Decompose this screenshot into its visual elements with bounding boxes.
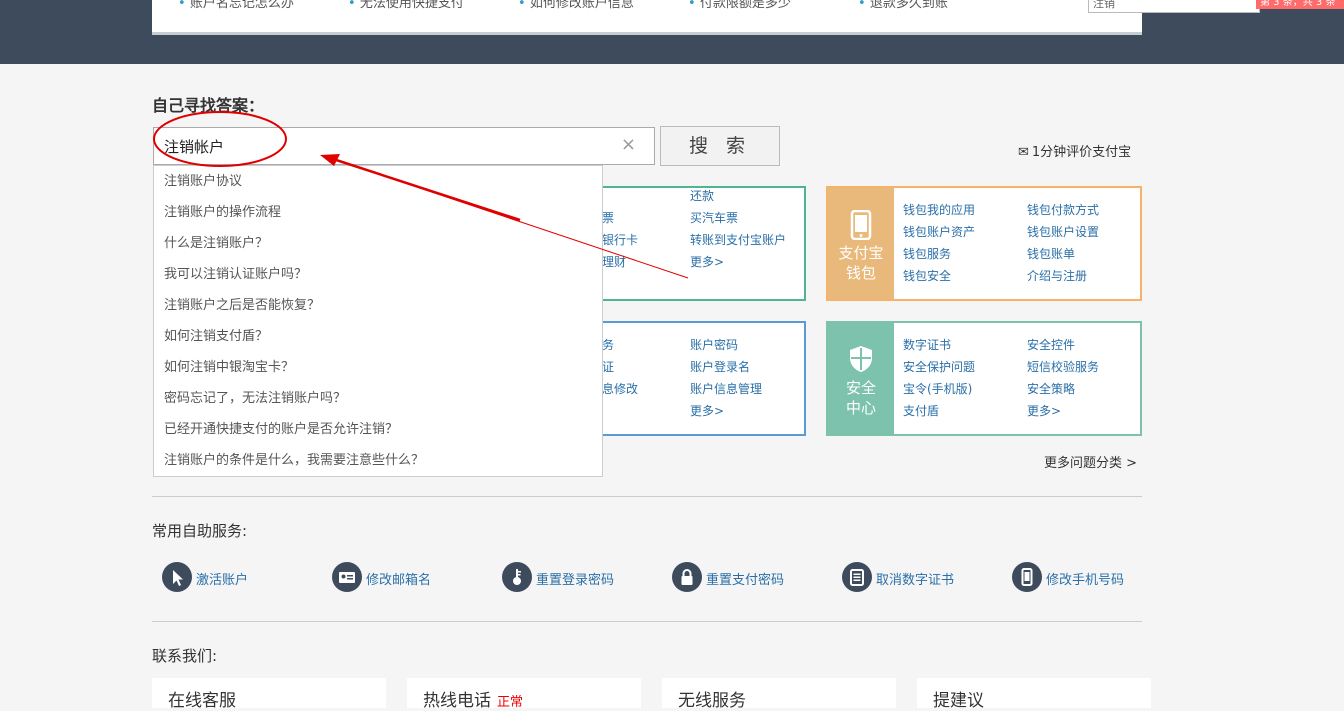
hot-link[interactable]: 退款多久到账 — [858, 0, 948, 11]
service-label: 取消数字证书 — [876, 573, 955, 588]
search-input[interactable]: 注销帐户 × — [153, 127, 655, 165]
category-link[interactable]: 钱包账户资产 — [903, 223, 975, 240]
service-label: 重置支付密码 — [706, 573, 785, 588]
category-link[interactable]: 钱包账单 — [1027, 245, 1075, 262]
contact-online-service[interactable]: 在线客服 — [152, 678, 386, 711]
status-badge: 正常 — [497, 695, 524, 710]
category-link[interactable]: 安全保护问题 — [903, 358, 975, 375]
category-link[interactable]: 短信校验服务 — [1027, 358, 1099, 375]
more-categories-link[interactable]: 更多问题分类 > — [1044, 452, 1137, 471]
find-answer-title: 自己寻找答案： — [152, 96, 265, 115]
find-in-page-input[interactable]: 注销 — [1088, 0, 1260, 13]
suggestion-item[interactable]: 密码忘记了，无法注销账户吗？ — [154, 383, 602, 414]
service-label: 修改邮箱名 — [366, 573, 432, 588]
contact-title: 联系我们: — [152, 647, 218, 665]
category-link[interactable]: 息修改 — [602, 380, 638, 397]
category-link[interactable]: 数字证书 — [903, 336, 951, 353]
wallet-label: 支付宝 — [838, 244, 884, 262]
wallet-tile[interactable]: 支付宝 钱包 — [828, 188, 894, 299]
hot-questions-bar: 账户名忘记怎么办 无法使用快捷支付 如何修改账户信息 付款限额是多少 退款多久到… — [152, 0, 1142, 35]
category-link[interactable]: 转账到支付宝账户 — [690, 231, 786, 248]
suggestion-item[interactable]: 已经开通快捷支付的账户是否允许注销？ — [154, 414, 602, 445]
suggestion-item[interactable]: 如何注销支付盾？ — [154, 321, 602, 352]
key-icon — [502, 562, 532, 592]
category-link[interactable]: 银行卡 — [602, 231, 638, 248]
divider — [152, 621, 1142, 622]
category-link[interactable]: 买汽车票 — [690, 209, 738, 226]
suggestion-item[interactable]: 注销账户的操作流程 — [154, 197, 602, 228]
category-card-wallet: 支付宝钱包 钱包我的应用 钱包账户资产 钱包服务 钱包安全 钱包付款方式 钱包账… — [826, 186, 1142, 301]
suggestion-item[interactable]: 注销账户之后是否能恢复？ — [154, 290, 602, 321]
contact-suggestion[interactable]: 提建议 — [917, 678, 1151, 711]
cursor-icon — [162, 562, 192, 592]
category-link[interactable]: 安全控件 — [1027, 336, 1075, 353]
search-button[interactable]: 搜 索 — [660, 126, 780, 166]
category-link[interactable]: 务 — [602, 336, 614, 353]
security-label: 安全 — [845, 379, 876, 397]
mobile-icon — [1012, 562, 1042, 592]
lock-icon — [672, 562, 702, 592]
search-suggestions: 注销账户协议 注销账户的操作流程 什么是注销账户？ 我可以注销认证账户吗？ 注销… — [153, 165, 603, 477]
contact-wireless-service[interactable]: 无线服务 — [662, 678, 896, 711]
self-service-title: 常用自助服务: — [152, 522, 248, 540]
category-card-security: 安全中心 数字证书 安全保护问题 宝令(手机版) 支付盾 安全控件 短信校验服务… — [826, 321, 1142, 436]
find-result-count: 第 3 条，共 3 条 — [1256, 0, 1344, 9]
category-link[interactable]: 理财 — [602, 253, 626, 270]
category-link[interactable]: 钱包我的应用 — [903, 201, 975, 218]
suggestion-item[interactable]: 注销账户的条件是什么，我需要注意些什么？ — [154, 445, 602, 476]
hot-link[interactable]: 无法使用快捷支付 — [348, 0, 464, 11]
category-more-link[interactable]: 更多> — [690, 402, 724, 419]
phone-icon — [828, 209, 894, 245]
category-link[interactable]: 介绍与注册 — [1027, 267, 1087, 284]
contact-label: 在线客服 — [168, 691, 236, 711]
search-input-value: 注销帐户 — [164, 138, 225, 156]
security-label: 中心 — [845, 399, 876, 417]
category-link[interactable]: 票 — [602, 209, 614, 226]
divider — [152, 496, 1142, 497]
security-tile[interactable]: 安全 中心 — [828, 323, 894, 434]
shield-icon — [828, 345, 894, 378]
service-label: 重置登录密码 — [536, 573, 615, 588]
contact-label: 提建议 — [933, 691, 984, 711]
category-link[interactable]: 钱包服务 — [903, 245, 951, 262]
category-link[interactable]: 钱包安全 — [903, 267, 951, 284]
category-link[interactable]: 证 — [602, 358, 614, 375]
category-link[interactable]: 还款 — [690, 187, 714, 204]
category-link[interactable]: 账户密码 — [690, 336, 738, 353]
suggestion-item[interactable]: 注销账户协议 — [154, 166, 602, 197]
suggestion-item[interactable]: 什么是注销账户？ — [154, 228, 602, 259]
category-link[interactable]: 钱包账户设置 — [1027, 223, 1099, 240]
hot-link[interactable]: 账户名忘记怎么办 — [178, 0, 294, 11]
contact-hotline[interactable]: 热线电话 正常 — [407, 678, 641, 711]
rate-alipay-link[interactable]: ✉ 1分钟评价支付宝 — [1018, 141, 1131, 160]
category-link[interactable]: 宝令(手机版) — [903, 380, 972, 397]
category-link[interactable]: 安全策略 — [1027, 380, 1075, 397]
wallet-label: 钱包 — [845, 264, 876, 282]
category-more-link[interactable]: 更多> — [690, 253, 724, 270]
category-link[interactable]: 账户登录名 — [690, 358, 750, 375]
hot-link[interactable]: 付款限额是多少 — [688, 0, 791, 11]
envelope-icon: ✉ — [1018, 145, 1029, 160]
category-more-link[interactable]: 更多> — [1027, 402, 1061, 419]
category-link[interactable]: 账户信息管理 — [690, 380, 762, 397]
category-link[interactable]: 钱包付款方式 — [1027, 201, 1099, 218]
contact-label: 无线服务 — [678, 691, 746, 711]
certificate-icon — [842, 562, 872, 592]
suggestion-item[interactable]: 我可以注销认证账户吗？ — [154, 259, 602, 290]
hot-link[interactable]: 如何修改账户信息 — [518, 0, 634, 11]
service-label: 修改手机号码 — [1046, 573, 1125, 588]
category-link[interactable]: 支付盾 — [903, 402, 939, 419]
suggestion-item[interactable]: 如何注销中银淘宝卡？ — [154, 352, 602, 383]
rate-alipay-label: 1分钟评价支付宝 — [1031, 145, 1132, 160]
contact-label: 热线电话 — [423, 691, 491, 711]
id-card-icon — [332, 562, 362, 592]
service-label: 激活账户 — [196, 573, 249, 588]
clear-icon[interactable]: × — [621, 134, 636, 155]
